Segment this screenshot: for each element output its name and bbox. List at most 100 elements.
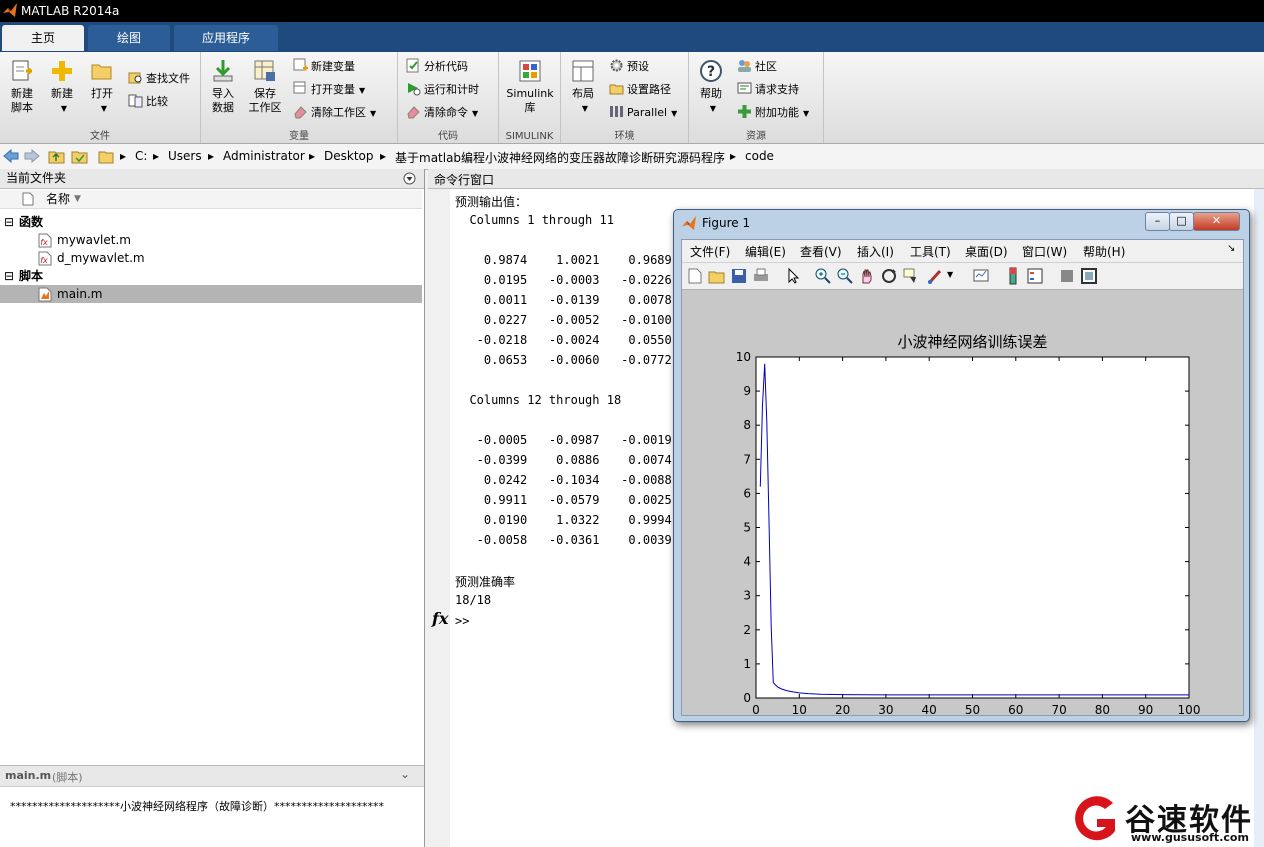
svg-text:fx: fx — [40, 256, 48, 265]
colorbar-icon[interactable] — [1004, 267, 1022, 285]
collapse-icon[interactable]: ⊟ — [4, 213, 14, 231]
print-icon[interactable] — [752, 267, 770, 285]
rotate-3d-icon[interactable] — [880, 267, 898, 285]
brush-icon[interactable] — [926, 267, 944, 285]
parallel-button[interactable]: Parallel ▼ — [609, 103, 677, 123]
browse-folder-icon[interactable] — [71, 148, 88, 164]
open-label: 打开 — [91, 87, 113, 100]
community-label: 社区 — [755, 60, 777, 73]
open-file-icon[interactable] — [708, 267, 726, 285]
menu-insert[interactable]: 插入(I) — [857, 243, 894, 260]
panel-menu-icon[interactable] — [403, 172, 416, 185]
menu-file[interactable]: 文件(F) — [690, 243, 730, 260]
minimize-button[interactable]: – — [1145, 212, 1170, 231]
x-tick-label: 30 — [878, 703, 893, 715]
chevron-down-icon[interactable]: ▼ — [947, 270, 953, 279]
layout-button[interactable]: 布局 ▼ — [563, 58, 603, 116]
new-figure-icon[interactable] — [686, 267, 704, 285]
pan-hand-icon[interactable] — [858, 267, 876, 285]
request-support-button[interactable]: 请求支持 — [737, 80, 799, 100]
import-data-button[interactable]: 导入 数据 — [203, 58, 243, 115]
chevron-down-icon: ▼ — [370, 109, 377, 118]
y-tick-label: 9 — [743, 384, 751, 398]
set-path-button[interactable]: 设置路径 — [609, 80, 671, 100]
breadcrumb-item[interactable]: Administrator — [223, 149, 305, 163]
dock-arrow-icon[interactable]: ↘ — [1227, 243, 1235, 254]
file-item[interactable]: fx d_mywavlet.m — [0, 249, 422, 267]
maximize-button[interactable]: □ — [1169, 212, 1194, 231]
close-button[interactable]: ✕ — [1193, 212, 1240, 231]
help-icon: ? — [700, 60, 722, 82]
m-file-icon: fx — [38, 251, 52, 266]
new-script-button[interactable]: 新建 脚本 — [2, 58, 42, 115]
up-folder-icon[interactable] — [48, 148, 65, 164]
help-button[interactable]: ? 帮助 ▼ — [691, 58, 731, 116]
folder-group-functions[interactable]: ⊟ 函数 — [0, 213, 422, 231]
clear-workspace-button[interactable]: 清除工作区 ▼ — [293, 103, 376, 123]
analyze-code-button[interactable]: 分析代码 — [406, 57, 468, 77]
menu-desktop[interactable]: 桌面(D) — [965, 243, 1008, 260]
data-cursor-icon[interactable] — [902, 267, 920, 285]
tab-apps[interactable]: 应用程序 — [174, 25, 278, 51]
menu-tools[interactable]: 工具(T) — [910, 243, 951, 260]
command-prompt[interactable]: >> — [455, 614, 469, 628]
preferences-button[interactable]: 预设 — [609, 57, 649, 77]
tab-plots[interactable]: 绘图 — [88, 25, 170, 51]
zoom-out-icon[interactable] — [836, 267, 854, 285]
hide-tools-icon[interactable] — [1058, 267, 1076, 285]
show-tools-icon[interactable] — [1080, 267, 1098, 285]
menu-edit[interactable]: 编辑(E) — [745, 243, 786, 260]
breadcrumb-item[interactable]: 基于matlab编程小波神经网络的变压器故障诊断研究源码程序 — [395, 149, 725, 166]
ribbon: 新建 脚本 新建 ▼ 打开 ▼ 查找文件 比较 文件 导入 数据 保存 工作区 新建变量 — [0, 52, 1264, 144]
new-script-icon — [12, 60, 32, 81]
details-header[interactable]: main.m (脚本) ⌄ — [0, 765, 424, 787]
legend-icon[interactable] — [1026, 267, 1044, 285]
open-variable-button[interactable]: 打开变量 ▼ — [293, 80, 365, 100]
simulink-label-1: Simulink — [506, 87, 554, 100]
simulink-library-button[interactable]: Simulink 库 — [503, 58, 557, 115]
new-label: 新建 — [51, 87, 73, 100]
sort-down-icon[interactable]: ▼ — [74, 190, 81, 208]
run-and-time-button[interactable]: 运行和计时 — [406, 80, 479, 100]
help-label: 帮助 — [700, 87, 722, 100]
folder-group-scripts[interactable]: ⊟ 脚本 — [0, 267, 422, 285]
addons-button[interactable]: 附加功能 ▼ — [737, 103, 809, 123]
breadcrumb-item[interactable]: Users — [168, 149, 202, 163]
find-files-button[interactable]: 查找文件 — [128, 69, 190, 89]
save-icon[interactable] — [730, 267, 748, 285]
open-button[interactable]: 打开 ▼ — [82, 58, 122, 116]
link-plot-icon[interactable] — [972, 267, 990, 285]
community-button[interactable]: 社区 — [737, 57, 777, 77]
menu-window[interactable]: 窗口(W) — [1022, 243, 1067, 260]
zoom-in-icon[interactable] — [814, 267, 832, 285]
clear-commands-button[interactable]: 清除命令 ▼ — [406, 103, 478, 123]
back-icon[interactable] — [3, 149, 19, 163]
x-tick-label: 10 — [792, 703, 807, 715]
menu-view[interactable]: 查看(V) — [800, 243, 842, 260]
chevron-down-icon[interactable]: ⌄ — [400, 767, 410, 781]
breadcrumb-separator: ▸ — [208, 149, 215, 163]
tab-home[interactable]: 主页 — [2, 25, 84, 51]
chevron-down-icon: ▼ — [803, 109, 810, 118]
request-support-label: 请求支持 — [755, 83, 799, 96]
menu-help[interactable]: 帮助(H) — [1083, 243, 1125, 260]
training-error-chart[interactable]: 小波神经网络训练误差 0 10 20 30 40 50 60 70 80 90 100 0 1 2 3 4 5 6 7… — [682, 290, 1243, 717]
figure-window[interactable]: Figure 1 – □ ✕ 文件(F) 编辑(E) 查看(V) 插入(I) 工… — [673, 209, 1250, 722]
breadcrumb-item[interactable]: Desktop — [324, 149, 374, 163]
command-output-line: -0.0218 -0.0024 0.0550 — [455, 333, 672, 347]
pointer-icon[interactable] — [784, 267, 802, 285]
file-item[interactable]: fx mywavlet.m — [0, 231, 422, 249]
analyze-code-icon — [406, 58, 419, 73]
collapse-icon[interactable]: ⊟ — [4, 267, 14, 285]
breadcrumb-item[interactable]: code — [745, 149, 774, 163]
new-button[interactable]: 新建 ▼ — [42, 58, 82, 116]
forward-icon[interactable] — [24, 149, 40, 163]
column-name-header[interactable]: 名称 — [46, 190, 70, 208]
compare-button[interactable]: 比较 — [128, 92, 168, 112]
breadcrumb-item[interactable]: C: — [135, 149, 147, 163]
save-workspace-button[interactable]: 保存 工作区 — [245, 58, 285, 115]
new-variable-button[interactable]: 新建变量 — [293, 57, 355, 77]
file-item-selected[interactable]: main.m — [0, 285, 422, 303]
function-browser-icon[interactable]: fx — [432, 609, 448, 628]
scrollbar[interactable] — [1254, 189, 1264, 847]
